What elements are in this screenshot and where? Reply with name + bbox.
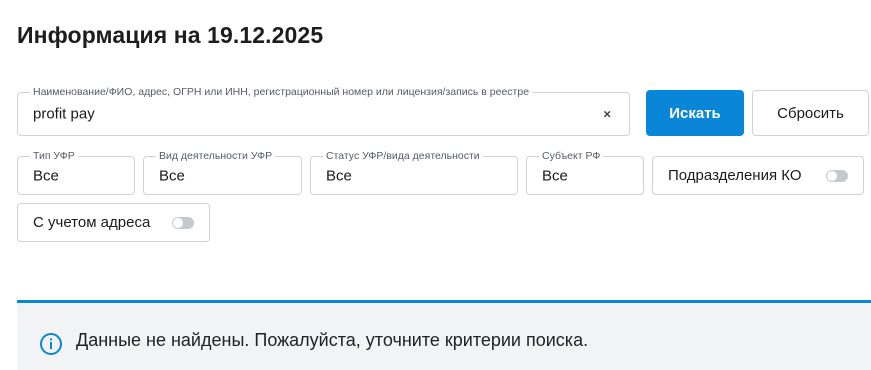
filter-status-select[interactable]: Статус УФР/вида деятельности Все xyxy=(310,149,518,195)
with-address-switch[interactable] xyxy=(172,216,194,229)
switch-knob xyxy=(827,170,837,181)
search-field-label: Наименование/ФИО, адрес, ОГРН или ИНН, р… xyxy=(30,85,533,99)
info-icon xyxy=(39,332,63,361)
clear-icon[interactable]: × xyxy=(603,107,611,122)
filter-status-value: Все xyxy=(326,167,352,184)
ko-divisions-label: Подразделения КО xyxy=(668,167,802,184)
reset-button[interactable]: Сбросить xyxy=(752,90,869,136)
ko-divisions-switch[interactable] xyxy=(826,169,848,182)
search-button[interactable]: Искать xyxy=(646,90,744,136)
page-title: Информация на 19.12.2025 xyxy=(17,22,324,48)
with-address-toggle[interactable]: С учетом адреса xyxy=(17,203,210,242)
filter-activity-value: Все xyxy=(159,167,185,184)
no-results-notice: Данные не найдены. Пожалуйста, уточните … xyxy=(17,303,871,370)
filter-type-label: Тип УФР xyxy=(30,149,78,163)
filter-type-select[interactable]: Тип УФР Все xyxy=(17,149,135,195)
ko-divisions-toggle[interactable]: Подразделения КО xyxy=(652,156,864,195)
filter-region-value: Все xyxy=(542,167,568,184)
filter-region-label: Субъект РФ xyxy=(539,149,604,163)
filter-region-select[interactable]: Субъект РФ Все xyxy=(526,149,644,195)
with-address-label: С учетом адреса xyxy=(33,214,151,231)
search-input[interactable]: profit pay xyxy=(33,106,95,123)
no-results-message: Данные не найдены. Пожалуйста, уточните … xyxy=(76,330,589,350)
filter-activity-select[interactable]: Вид деятельности УФР Все xyxy=(143,149,302,195)
search-field[interactable]: Наименование/ФИО, адрес, ОГРН или ИНН, р… xyxy=(17,85,630,136)
switch-knob xyxy=(173,217,183,228)
filter-activity-label: Вид деятельности УФР xyxy=(156,149,276,163)
filter-type-value: Все xyxy=(33,167,59,184)
filter-status-label: Статус УФР/вида деятельности xyxy=(323,149,483,163)
